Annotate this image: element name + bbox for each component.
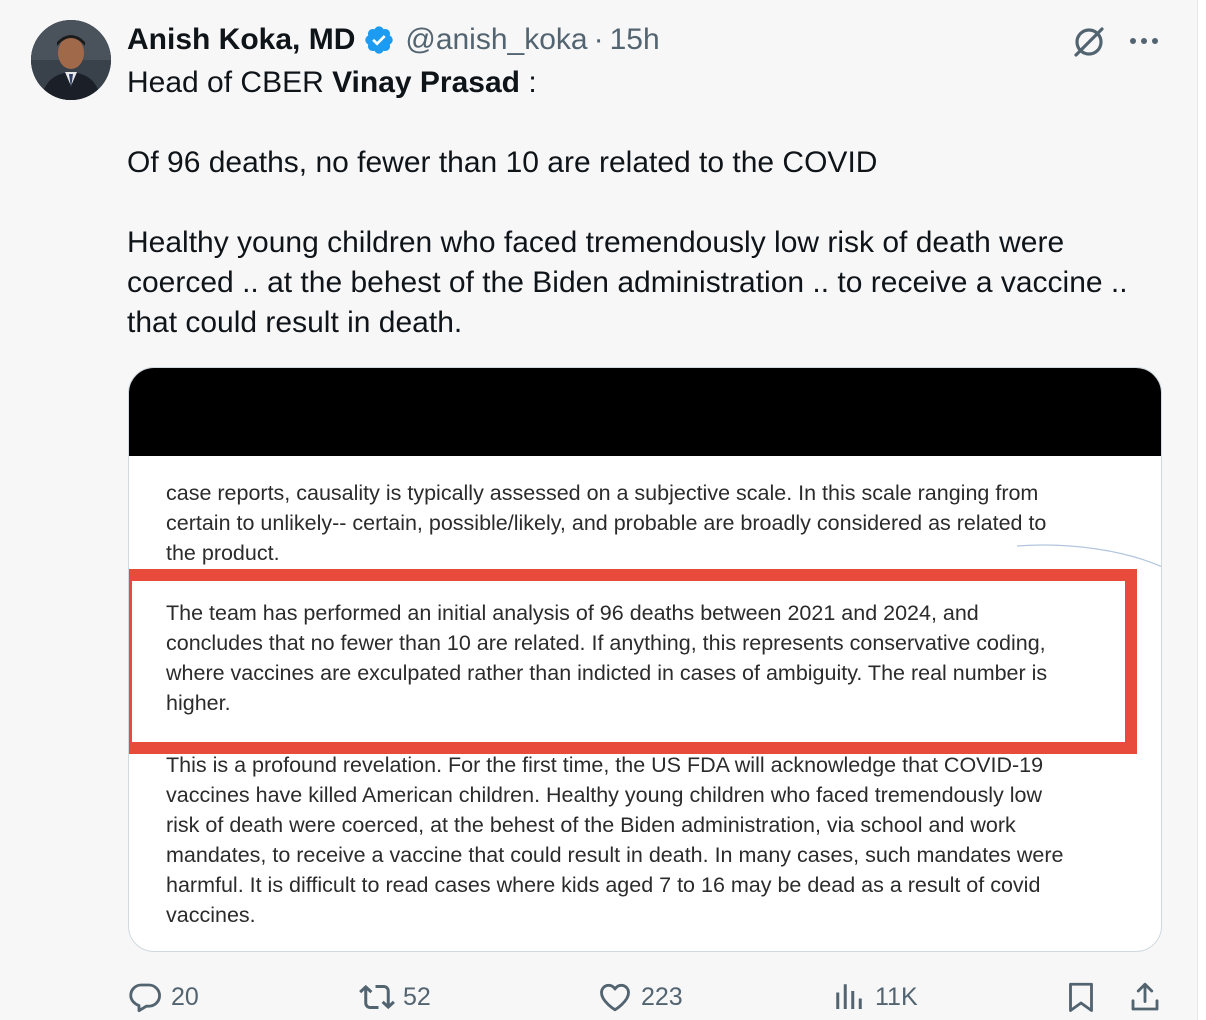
repost-icon	[359, 984, 395, 1010]
document-line: where vaccines are exculpated rather tha…	[166, 661, 1048, 685]
document-line: mandates, to receive a vaccine that coul…	[166, 843, 1064, 867]
tweet-text: Head of CBER Vinay Prasad : Of 96 deaths…	[127, 63, 1177, 343]
views-count: 11K	[875, 982, 918, 1011]
author-name[interactable]: Anish Koka, MD	[127, 20, 355, 60]
post-time[interactable]: 15h	[610, 20, 660, 60]
pen-mark	[1017, 544, 1161, 567]
tweet-page: Anish Koka, MD @anish_koka · 15h Head of…	[0, 0, 1206, 1020]
tweet-line-1-suffix: :	[520, 66, 537, 99]
bookmark-icon	[1069, 982, 1093, 1012]
scroll-edge	[1197, 0, 1206, 1020]
tweet-paragraph-3-line-1: Healthy young children who faced tremend…	[127, 226, 1065, 259]
avatar-image	[31, 20, 111, 100]
avatar[interactable]	[31, 20, 111, 100]
repost-count: 52	[403, 982, 431, 1011]
reply-button[interactable]: 20	[127, 975, 199, 1019]
document-line: concludes that no fewer than 10 are rela…	[166, 631, 1046, 655]
views-button[interactable]: 11K	[831, 975, 918, 1019]
tweet-paragraph-3-line-2: coerced .. at the behest of the Biden ad…	[127, 266, 1128, 299]
document-line: risk of death were coerced, at the behes…	[166, 813, 1016, 837]
document-line: higher.	[166, 691, 231, 715]
bookmark-button[interactable]	[1063, 975, 1099, 1019]
views-icon	[836, 984, 862, 1009]
document-line: The team has performed an initial analys…	[166, 601, 979, 625]
share-icon	[1131, 982, 1159, 1011]
repost-button[interactable]: 52	[359, 975, 431, 1019]
document-line: the product.	[166, 541, 280, 565]
tweet-paragraph-3-line-3: that could result in death.	[127, 306, 463, 339]
reply-count: 20	[171, 982, 199, 1011]
reply-icon	[129, 983, 161, 1013]
separator-dot: ·	[593, 23, 604, 56]
document-paragraph-3: This is a profound revelation. For the f…	[166, 750, 1126, 930]
redacted-black-bar	[129, 368, 1161, 456]
tweet-paragraph-2: Of 96 deaths, no fewer than 10 are relat…	[127, 146, 878, 179]
document-paragraph-2-highlighted: The team has performed an initial analys…	[166, 598, 1126, 718]
document-paragraph-1: case reports, causality is typically ass…	[166, 478, 1126, 568]
attached-image[interactable]: case reports, causality is typically ass…	[128, 367, 1162, 952]
tweet-header: Anish Koka, MD @anish_koka · 15h	[127, 20, 660, 60]
more-icon[interactable]	[1124, 24, 1164, 60]
document-line: case reports, causality is typically ass…	[166, 481, 1039, 505]
like-icon	[600, 983, 630, 1012]
like-button[interactable]: 223	[597, 975, 683, 1019]
mentioned-person: Vinay Prasad	[332, 66, 520, 99]
share-button[interactable]	[1127, 975, 1163, 1019]
tweet-line-1-prefix: Head of CBER	[127, 66, 333, 99]
document-line: vaccines have killed American children. …	[166, 783, 1042, 807]
document-line: harmful. It is difficult to read cases w…	[166, 873, 1041, 897]
action-bar: 20 52 223 11K	[127, 975, 1167, 1019]
document-line: This is a profound revelation. For the f…	[166, 753, 1044, 777]
author-handle[interactable]: @anish_koka	[405, 20, 587, 60]
like-count: 223	[641, 982, 683, 1011]
grok-icon[interactable]	[1069, 22, 1109, 62]
document-line: certain to unlikely-- certain, possible/…	[166, 511, 1047, 535]
verified-badge-icon	[363, 24, 395, 56]
document-line: vaccines.	[166, 903, 256, 927]
tweet-line-1: Head of CBER Vinay Prasad :	[127, 63, 1177, 103]
